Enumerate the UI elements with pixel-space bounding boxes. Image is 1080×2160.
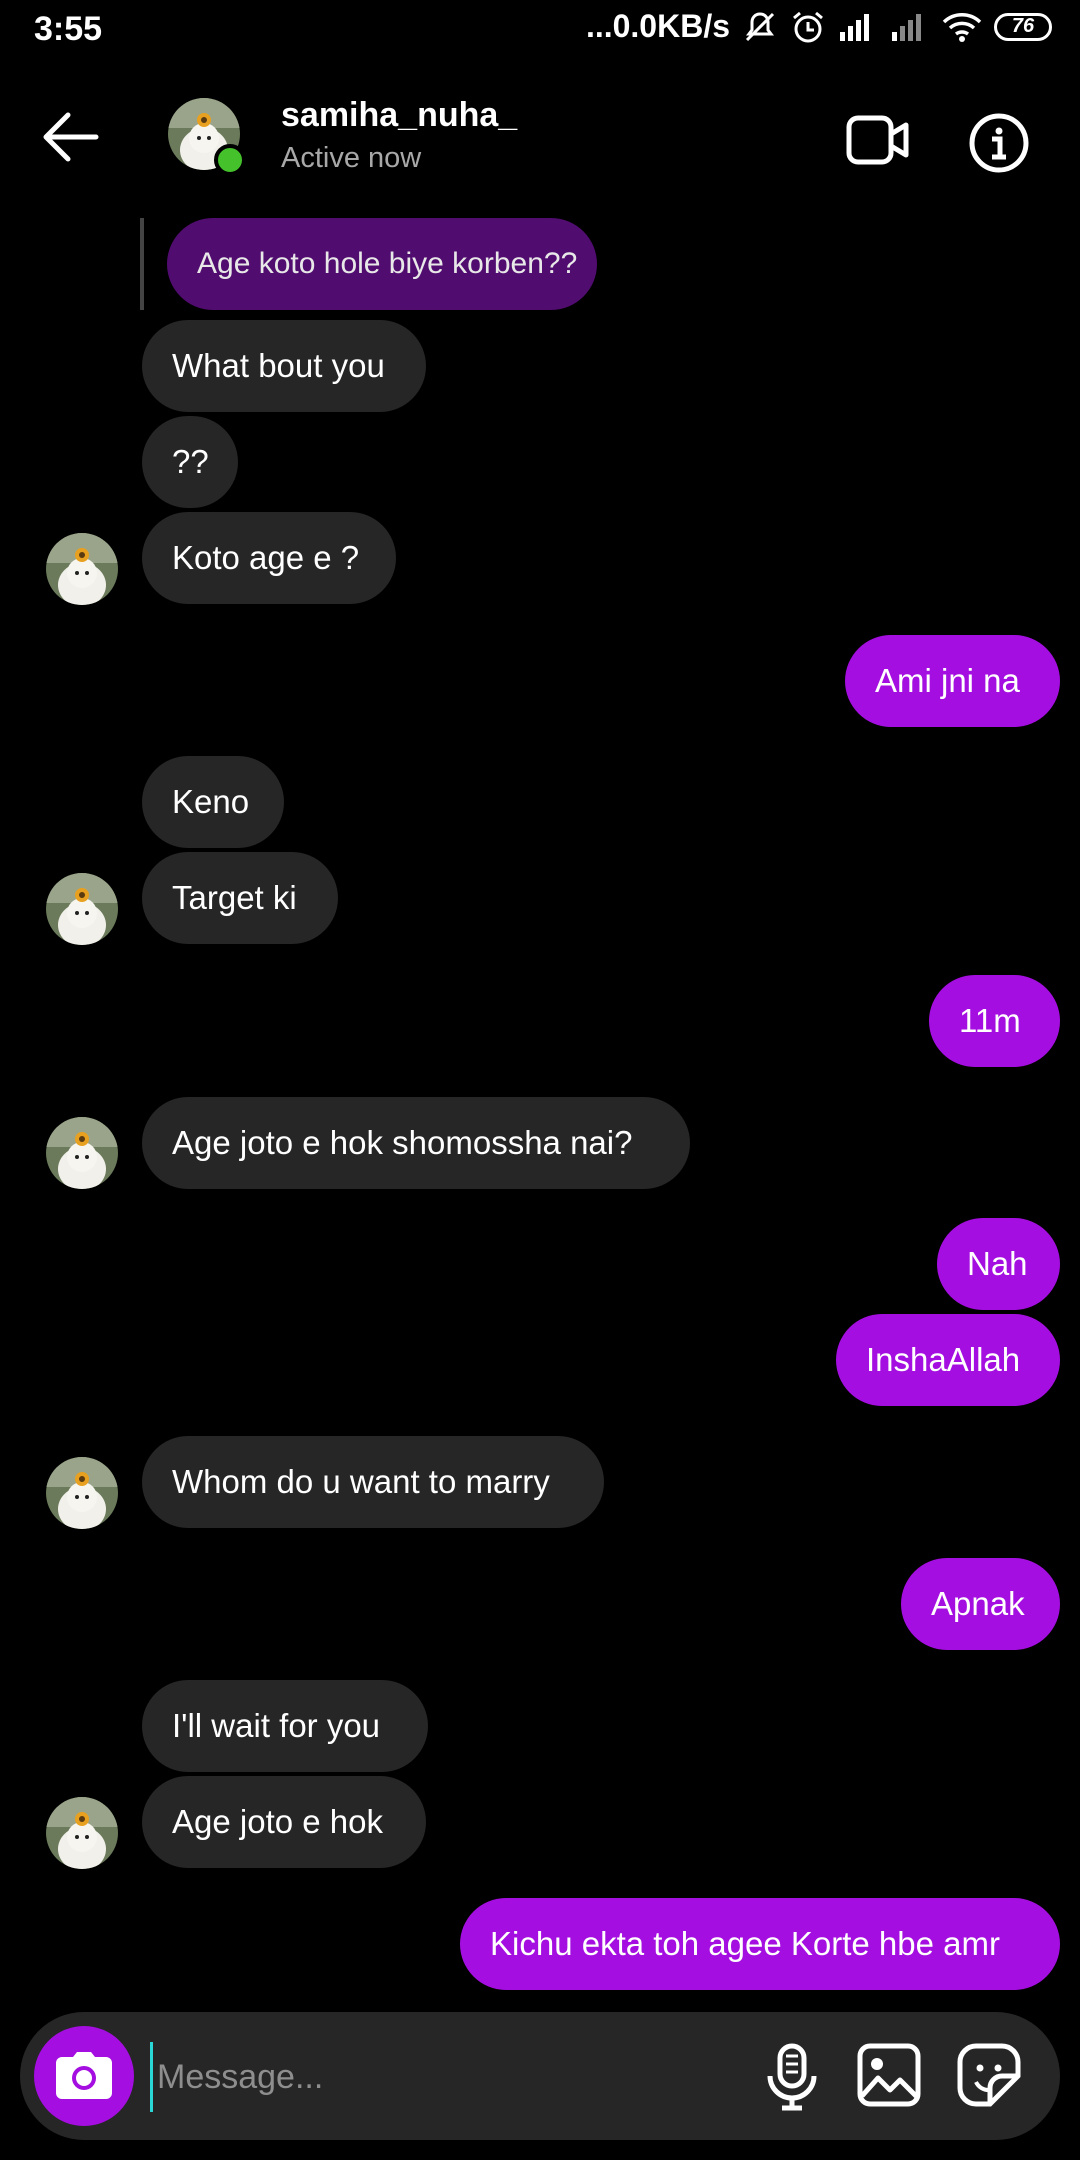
message-incoming[interactable]: Whom do u want to marry [142, 1436, 604, 1528]
avatar[interactable] [46, 873, 118, 945]
status-time: 3:55 [34, 10, 103, 48]
message-incoming[interactable]: Target ki [142, 852, 338, 944]
battery-level: 76 [1011, 15, 1035, 37]
avatar[interactable] [46, 533, 118, 605]
message-input[interactable] [150, 2042, 739, 2112]
signal-icon [838, 12, 878, 42]
message-incoming[interactable]: Koto age e ? [142, 512, 396, 604]
chat-username[interactable]: samiha_nuha_ [281, 96, 517, 135]
quoted-message[interactable]: Age koto hole biye korben?? [167, 218, 597, 310]
microphone-icon[interactable] [756, 2040, 828, 2112]
message-outgoing[interactable]: Ami jni na [845, 635, 1060, 727]
message-outgoing[interactable]: InshaAllah [836, 1314, 1060, 1406]
status-icons: ...0.0KB/s 76 [586, 8, 1052, 45]
alarm-icon [790, 9, 826, 45]
message-incoming[interactable]: Age joto e hok [142, 1776, 426, 1868]
sticker-icon[interactable] [956, 2042, 1022, 2108]
reply-indicator [140, 218, 144, 310]
message-outgoing[interactable]: Apnak [901, 1558, 1060, 1650]
video-call-icon[interactable] [846, 110, 910, 170]
chat-status: Active now [281, 142, 422, 174]
avatar[interactable] [46, 1457, 118, 1529]
message-incoming[interactable]: ?? [142, 416, 238, 508]
network-speed: ...0.0KB/s [585, 8, 730, 44]
message-incoming[interactable]: I'll wait for you [142, 1680, 428, 1772]
gallery-icon[interactable] [856, 2042, 922, 2108]
avatar[interactable] [46, 1797, 118, 1869]
online-indicator [214, 144, 246, 176]
chat-header: samiha_nuha_ Active now [0, 70, 1080, 200]
message-incoming[interactable]: Age joto e hok shomossha nai? [142, 1097, 690, 1189]
avatar[interactable] [46, 1117, 118, 1189]
signal-icon-2 [890, 12, 930, 42]
wifi-icon [942, 11, 982, 43]
message-outgoing[interactable]: 11m [929, 975, 1060, 1067]
message-outgoing[interactable]: Kichu ekta toh agee Korte hbe amr [460, 1898, 1060, 1990]
mute-icon [742, 9, 778, 45]
info-icon[interactable] [968, 112, 1030, 174]
back-arrow-icon[interactable] [38, 106, 108, 168]
message-incoming[interactable]: What bout you [142, 320, 426, 412]
header-avatar[interactable] [168, 98, 246, 176]
message-composer [20, 2012, 1060, 2140]
camera-icon[interactable] [34, 2026, 134, 2126]
message-incoming[interactable]: Keno [142, 756, 284, 848]
message-outgoing[interactable]: Nah [937, 1218, 1060, 1310]
status-bar: 3:55 ...0.0KB/s 76 [0, 0, 1080, 62]
battery-icon: 76 [994, 12, 1052, 41]
